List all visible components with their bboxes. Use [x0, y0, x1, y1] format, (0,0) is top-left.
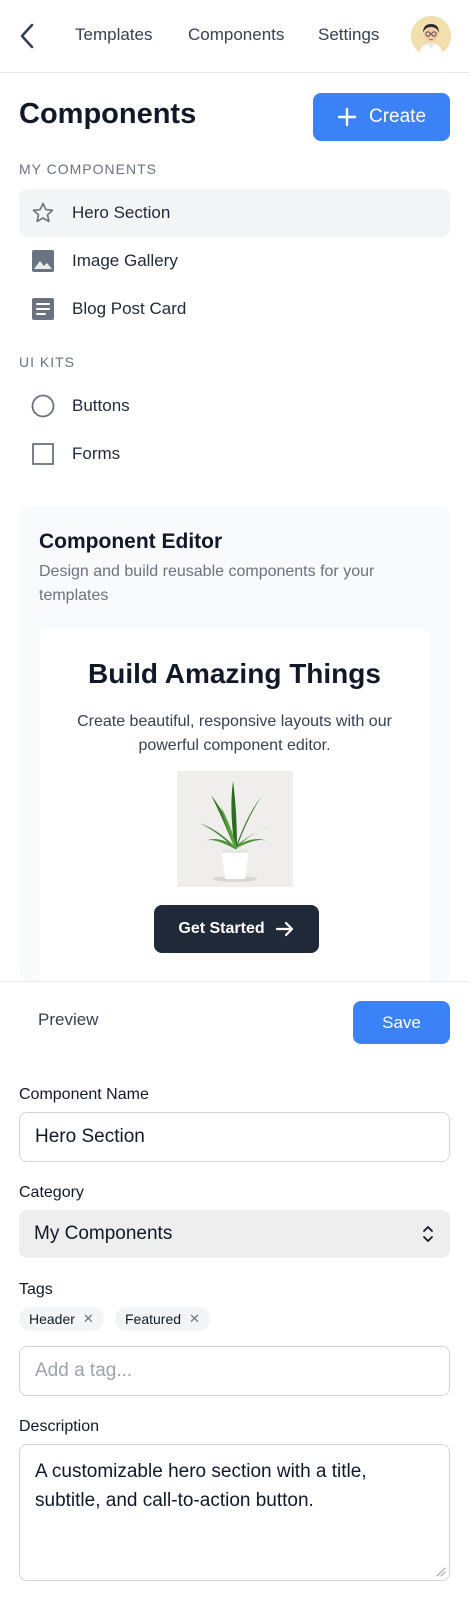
get-started-label: Get Started	[178, 920, 265, 937]
document-icon	[32, 298, 54, 320]
sidebar-item-blog-post-card[interactable]: Blog Post Card	[19, 285, 450, 333]
top-navigation: Templates Components Settings	[0, 0, 469, 73]
plus-icon	[337, 107, 357, 127]
sidebar-item-forms[interactable]: Forms	[19, 430, 450, 478]
hero-image	[177, 771, 293, 887]
section-label-ui-kits: UI KITS	[19, 354, 76, 370]
tag-chip: Featured ✕	[115, 1307, 210, 1331]
get-started-button[interactable]: Get Started	[154, 905, 319, 953]
sidebar-item-hero-section[interactable]: Hero Section	[19, 189, 450, 237]
description-textarea[interactable]: A customizable hero section with a title…	[19, 1444, 450, 1581]
save-button[interactable]: Save	[353, 1001, 450, 1044]
hero-description: Create beautiful, responsive layouts wit…	[77, 713, 392, 754]
chevron-up-down-icon	[423, 1226, 433, 1242]
component-name-input[interactable]	[19, 1112, 450, 1162]
editor-title: Component Editor	[39, 530, 223, 553]
tag-label: Featured	[125, 1311, 182, 1327]
add-tag-input[interactable]	[19, 1346, 450, 1396]
user-avatar-icon	[411, 16, 451, 56]
chevron-left-icon	[20, 23, 34, 49]
tag-chip: Header ✕	[19, 1307, 104, 1331]
page-title: Components	[19, 98, 197, 130]
remove-tag-icon[interactable]: ✕	[83, 1311, 94, 1327]
arrow-right-icon	[275, 921, 293, 937]
sidebar-item-buttons[interactable]: Buttons	[19, 382, 450, 430]
hero-headline: Build Amazing Things	[88, 658, 381, 689]
avatar[interactable]	[411, 16, 451, 56]
nav-link-settings[interactable]: Settings	[318, 25, 379, 45]
square-icon	[32, 443, 54, 465]
sidebar-item-label: Forms	[72, 444, 121, 463]
image-icon	[32, 250, 54, 272]
create-button[interactable]: Create	[313, 93, 450, 141]
description-label: Description	[19, 1418, 100, 1435]
star-icon	[32, 202, 54, 223]
divider	[0, 981, 469, 982]
back-button[interactable]	[14, 21, 40, 51]
editor-subtitle: Design and build reusable components for…	[39, 563, 375, 604]
component-editor-panel: Component Editor Design and build reusab…	[19, 506, 450, 981]
preview-button[interactable]: Preview	[38, 1010, 98, 1030]
sidebar-item-label: Blog Post Card	[72, 299, 187, 318]
section-label-my-components: MY COMPONENTS	[19, 161, 157, 177]
resize-handle-icon[interactable]	[436, 1567, 446, 1577]
category-select[interactable]: My Components	[19, 1210, 450, 1258]
circle-icon	[31, 394, 55, 418]
create-button-label: Create	[368, 106, 427, 127]
sidebar-item-image-gallery[interactable]: Image Gallery	[19, 237, 450, 285]
component-name-label: Component Name	[19, 1086, 149, 1103]
category-label: Category	[19, 1184, 84, 1201]
sidebar-item-label: Buttons	[72, 396, 130, 415]
tags-label: Tags	[19, 1281, 53, 1298]
potted-plant-image	[177, 771, 293, 887]
nav-link-components[interactable]: Components	[188, 25, 284, 45]
component-preview-canvas[interactable]: Build Amazing Things Create beautiful, r…	[39, 628, 430, 981]
tag-label: Header	[29, 1311, 75, 1327]
category-selected-value: My Components	[34, 1223, 173, 1244]
sidebar-item-label: Image Gallery	[72, 251, 178, 270]
remove-tag-icon[interactable]: ✕	[189, 1311, 200, 1327]
nav-link-templates[interactable]: Templates	[75, 25, 152, 45]
sidebar-item-label: Hero Section	[72, 203, 171, 222]
